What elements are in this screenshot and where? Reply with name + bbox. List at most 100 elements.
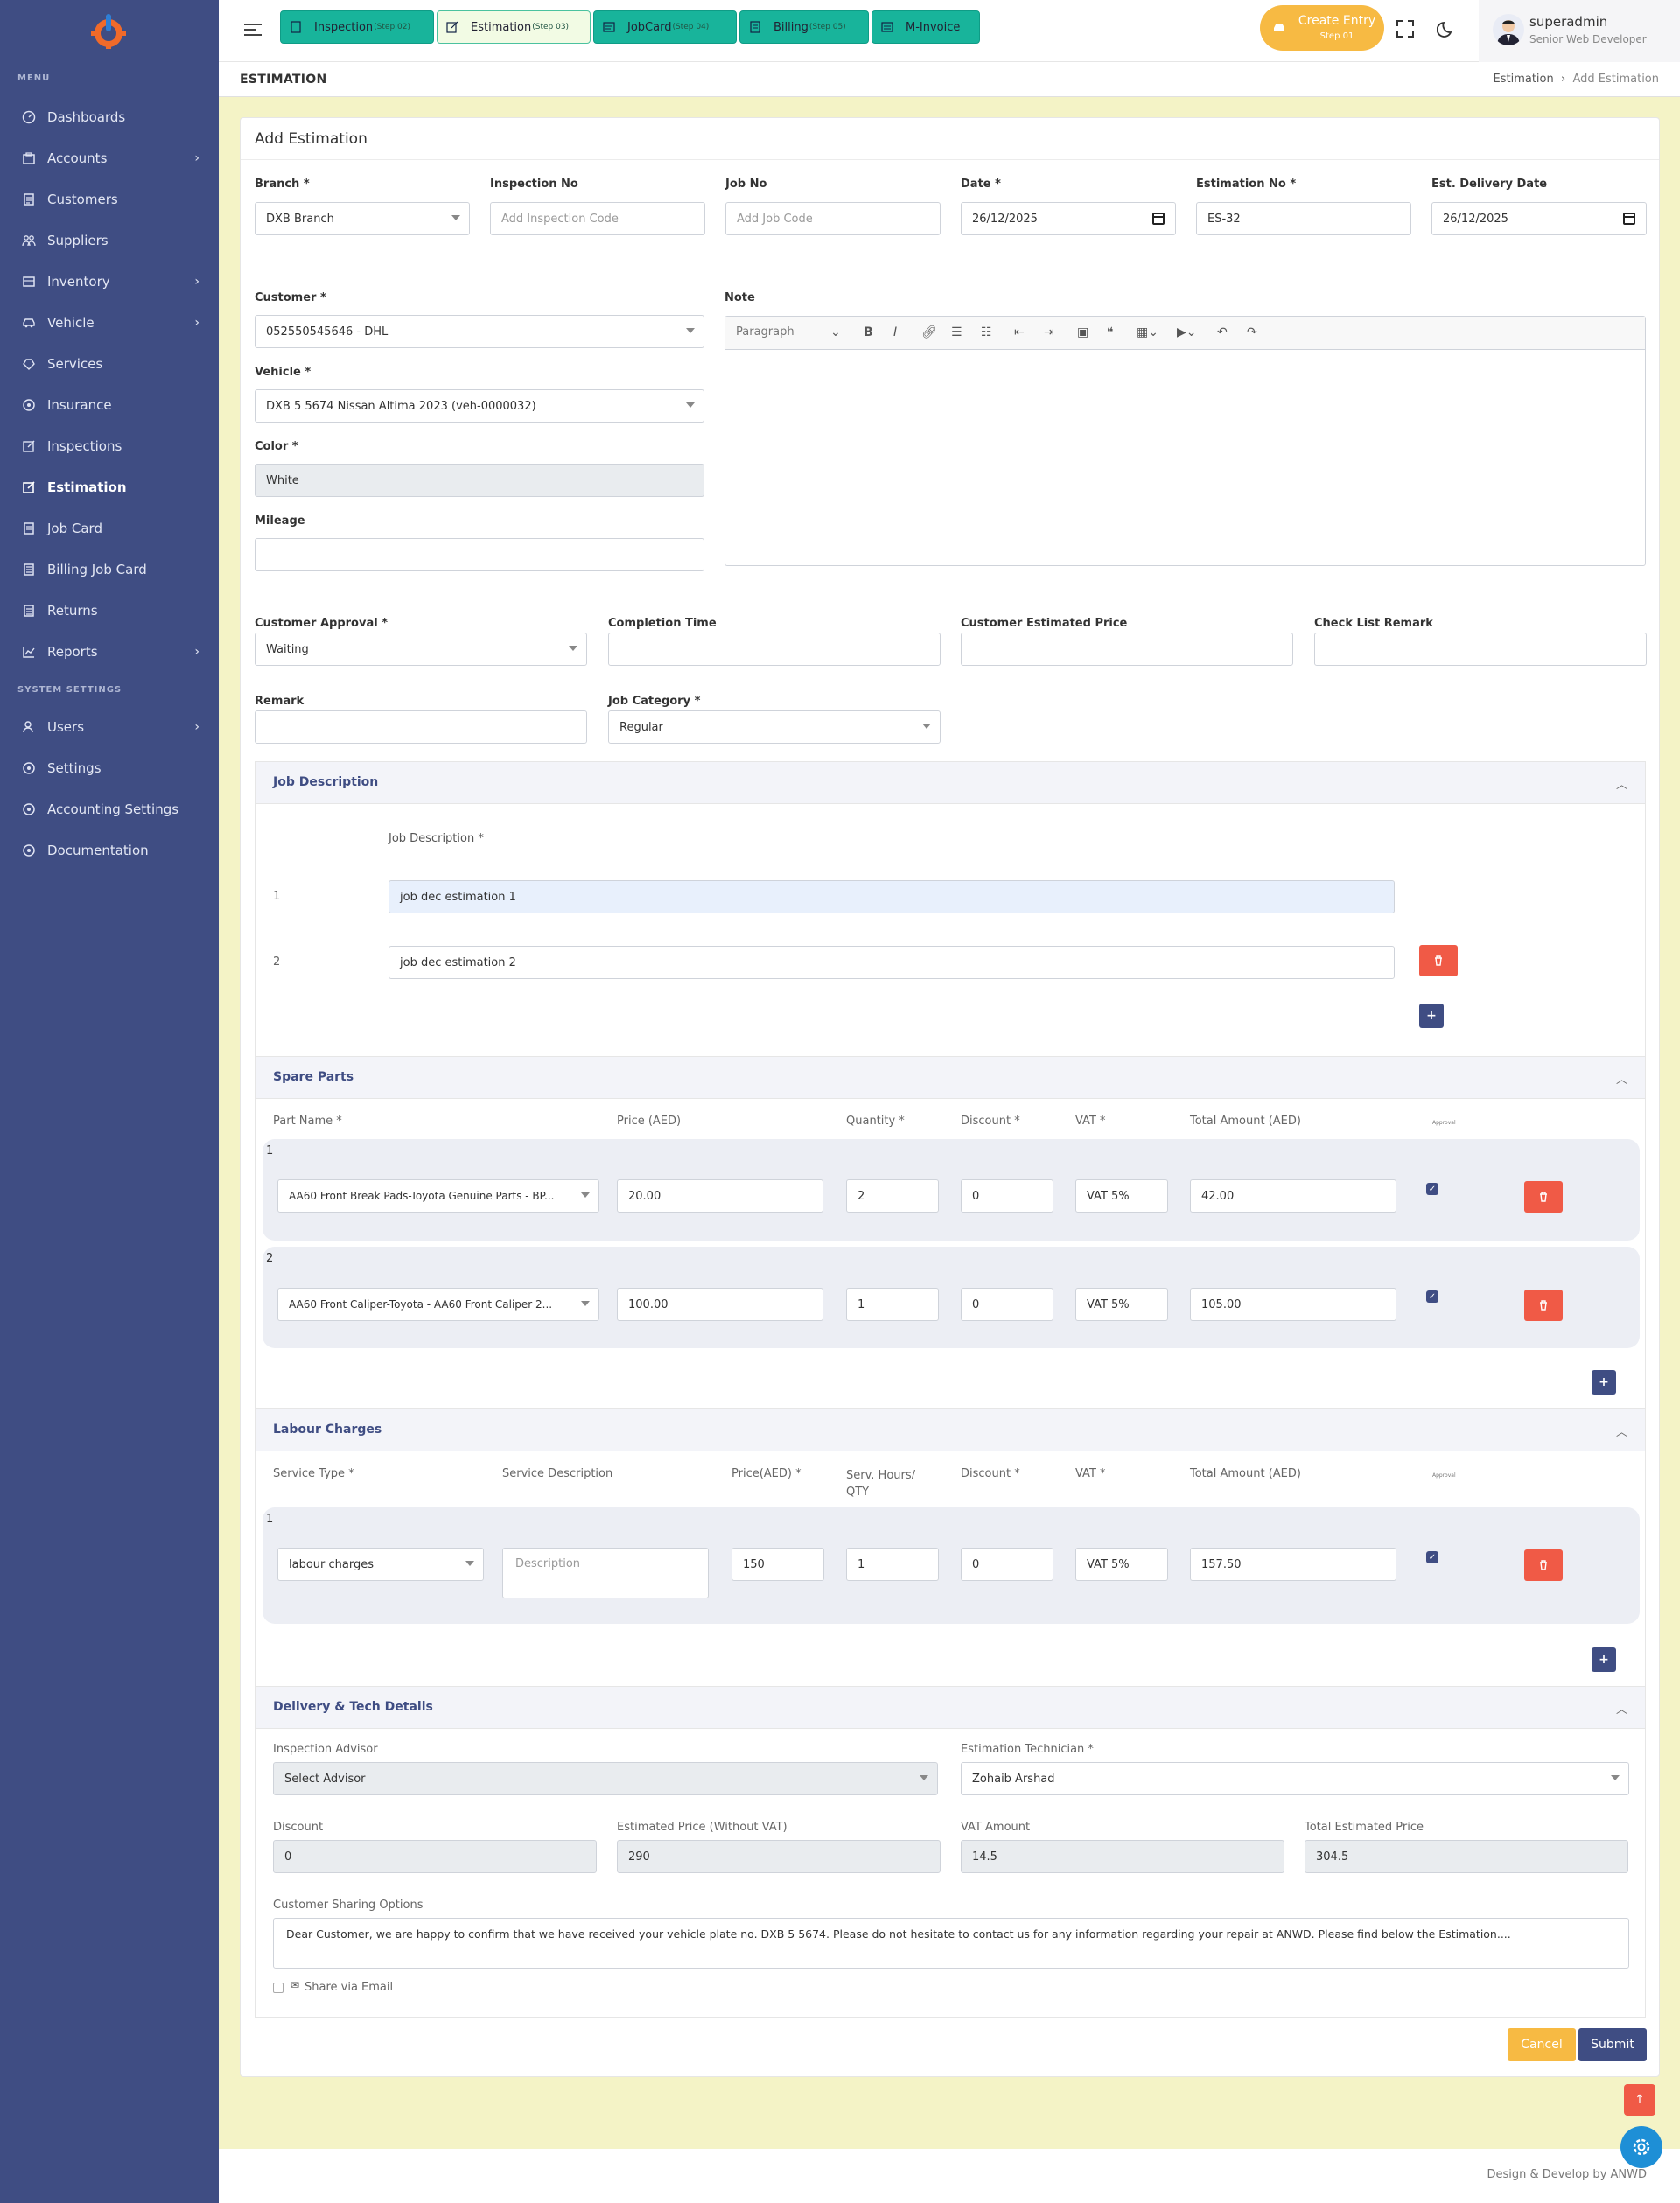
price-input[interactable]: 100.00 bbox=[617, 1288, 823, 1321]
blockquote-icon[interactable]: ❝ bbox=[1107, 325, 1114, 339]
bold-icon[interactable]: B bbox=[864, 325, 873, 339]
remark-input[interactable] bbox=[255, 710, 587, 744]
table-icon[interactable]: ▦⌄ bbox=[1137, 325, 1158, 339]
mileage-input[interactable] bbox=[255, 538, 704, 571]
link-icon[interactable]: 🔗︎ bbox=[921, 325, 937, 339]
calendar-icon[interactable] bbox=[1623, 213, 1635, 225]
spare-parts-header[interactable]: Spare Parts ︿ bbox=[256, 1057, 1645, 1099]
labour-charges-header[interactable]: Labour Charges ︿ bbox=[256, 1409, 1645, 1451]
sidebar-item-accounts[interactable]: Accounts › bbox=[0, 141, 219, 176]
job-description-input-2[interactable]: job dec estimation 2 bbox=[388, 946, 1395, 979]
vat-select[interactable]: VAT 5% bbox=[1075, 1179, 1168, 1213]
customer-sharing-textarea[interactable]: Dear Customer, we are happy to confirm t… bbox=[273, 1918, 1629, 1969]
sidebar-item-accounting-settings[interactable]: Accounting Settings bbox=[0, 792, 219, 827]
add-labour-button[interactable]: + bbox=[1592, 1647, 1616, 1672]
vat-select[interactable]: VAT 5% bbox=[1075, 1288, 1168, 1321]
step-estimation-button[interactable]: Estimation (Step 03) bbox=[437, 10, 591, 44]
sidebar-item-reports[interactable]: Reports › bbox=[0, 634, 219, 669]
numbered-list-icon[interactable]: ☷ bbox=[981, 325, 992, 339]
chevron-up-icon[interactable]: ︿ bbox=[1616, 1700, 1628, 1717]
sidebar-item-users[interactable]: Users › bbox=[0, 710, 219, 745]
part-name-select[interactable]: AA60 Front Break Pads-Toyota Genuine Par… bbox=[277, 1179, 599, 1213]
customer-approval-select[interactable]: Waiting bbox=[255, 633, 587, 666]
checklist-remark-input[interactable] bbox=[1314, 633, 1647, 666]
app-logo[interactable] bbox=[88, 10, 130, 52]
part-name-select[interactable]: AA60 Front Caliper-Toyota - AA60 Front C… bbox=[277, 1288, 599, 1321]
customer-select[interactable]: 052550545646 - DHL bbox=[255, 315, 704, 348]
vehicle-select[interactable]: DXB 5 5674 Nissan Altima 2023 (veh-00000… bbox=[255, 389, 704, 423]
sidebar-item-customers[interactable]: Customers bbox=[0, 182, 219, 217]
step-m-invoice-button[interactable]: M-Invoice bbox=[872, 10, 980, 44]
sidebar-item-services[interactable]: Services bbox=[0, 346, 219, 381]
delivery-date-input[interactable]: 26/12/2025 bbox=[1432, 202, 1647, 235]
submit-button[interactable]: Submit bbox=[1578, 2028, 1647, 2061]
sidebar-item-estimation[interactable]: Estimation bbox=[0, 470, 219, 505]
add-spare-part-button[interactable]: + bbox=[1592, 1370, 1616, 1395]
sidebar-item-suppliers[interactable]: Suppliers bbox=[0, 223, 219, 258]
chevron-up-icon[interactable]: ︿ bbox=[1616, 1423, 1628, 1439]
discount-input[interactable]: 0 bbox=[961, 1548, 1054, 1581]
undo-icon[interactable]: ↶ bbox=[1217, 325, 1228, 339]
inspection-advisor-select[interactable]: Select Advisor bbox=[273, 1762, 938, 1795]
paragraph-style-select[interactable]: Paragraph bbox=[736, 325, 794, 339]
image-icon[interactable]: ▣ bbox=[1077, 325, 1088, 339]
create-entry-button[interactable]: Create Entry Step 01 bbox=[1260, 5, 1384, 51]
hours-qty-input[interactable]: 1 bbox=[846, 1548, 939, 1581]
user-profile-menu[interactable]: superadmin Senior Web Developer bbox=[1479, 0, 1680, 62]
price-input[interactable]: 20.00 bbox=[617, 1179, 823, 1213]
sidebar-item-job-card[interactable]: Job Card bbox=[0, 511, 219, 546]
service-description-textarea[interactable]: Description bbox=[502, 1548, 709, 1598]
vat-select[interactable]: VAT 5% bbox=[1075, 1548, 1168, 1581]
chevron-up-icon[interactable]: ︿ bbox=[1616, 1070, 1628, 1087]
customer-estimated-price-input[interactable] bbox=[961, 633, 1293, 666]
indent-icon[interactable]: ⇥ bbox=[1044, 325, 1054, 339]
step-jobcard-button[interactable]: JobCard (Step 04) bbox=[593, 10, 737, 44]
approval-checkbox[interactable]: ✓ bbox=[1426, 1290, 1438, 1303]
job-no-input[interactable]: Add Job Code bbox=[725, 202, 941, 235]
price-input[interactable]: 150 bbox=[732, 1548, 824, 1581]
italic-icon[interactable]: I bbox=[893, 325, 897, 339]
branch-select[interactable]: DXB Branch bbox=[255, 202, 470, 235]
delete-row-button[interactable] bbox=[1524, 1549, 1563, 1581]
approval-checkbox[interactable]: ✓ bbox=[1426, 1551, 1438, 1563]
media-embed-icon[interactable]: ▶⌄ bbox=[1177, 325, 1197, 339]
delete-row-button[interactable] bbox=[1524, 1290, 1563, 1321]
sidebar-item-dashboards[interactable]: Dashboards bbox=[0, 100, 219, 135]
quantity-input[interactable]: 2 bbox=[846, 1179, 939, 1213]
hamburger-menu-icon[interactable] bbox=[243, 22, 262, 38]
chevron-up-icon[interactable]: ︿ bbox=[1616, 775, 1628, 792]
discount-input[interactable]: 0 bbox=[961, 1288, 1054, 1321]
share-email-checkbox[interactable] bbox=[273, 1983, 284, 1993]
add-job-description-button[interactable]: + bbox=[1419, 1004, 1444, 1028]
inspection-no-input[interactable]: Add Inspection Code bbox=[490, 202, 705, 235]
calendar-icon[interactable] bbox=[1152, 213, 1165, 225]
breadcrumb-link-estimation[interactable]: Estimation bbox=[1494, 73, 1554, 86]
sidebar-item-documentation[interactable]: Documentation bbox=[0, 833, 219, 868]
outdent-icon[interactable]: ⇤ bbox=[1014, 325, 1025, 339]
job-description-header[interactable]: Job Description ︿ bbox=[256, 762, 1645, 804]
service-type-select[interactable]: labour charges bbox=[277, 1548, 484, 1581]
scroll-to-top-button[interactable]: ↑ bbox=[1624, 2084, 1656, 2116]
quantity-input[interactable]: 1 bbox=[846, 1288, 939, 1321]
step-billing-button[interactable]: Billing (Step 05) bbox=[739, 10, 869, 44]
discount-input[interactable]: 0 bbox=[961, 1179, 1054, 1213]
settings-fab-button[interactable] bbox=[1620, 2126, 1662, 2168]
job-category-select[interactable]: Regular bbox=[608, 710, 941, 744]
cancel-button[interactable]: Cancel bbox=[1508, 2028, 1576, 2061]
sidebar-item-returns[interactable]: Returns bbox=[0, 593, 219, 628]
sidebar-item-insurance[interactable]: Insurance bbox=[0, 388, 219, 423]
completion-time-input[interactable] bbox=[608, 633, 941, 666]
step-inspection-button[interactable]: Inspection (Step 02) bbox=[280, 10, 434, 44]
sidebar-item-inspections[interactable]: Inspections bbox=[0, 429, 219, 464]
delete-row-button[interactable] bbox=[1524, 1181, 1563, 1213]
bulleted-list-icon[interactable]: ☰ bbox=[951, 325, 962, 339]
approval-checkbox[interactable]: ✓ bbox=[1426, 1183, 1438, 1195]
sidebar-item-settings[interactable]: Settings bbox=[0, 751, 219, 786]
chevron-down-icon[interactable]: ⌄ bbox=[830, 325, 841, 339]
sidebar-item-inventory[interactable]: Inventory › bbox=[0, 264, 219, 299]
delete-row-button[interactable] bbox=[1419, 945, 1458, 976]
note-editor[interactable]: Paragraph ⌄ B I 🔗︎ ☰ ☷ ⇤ ⇥ ▣ ❝ ▦⌄ ▶⌄ ↶ ↷ bbox=[724, 316, 1646, 566]
delivery-tech-header[interactable]: Delivery & Tech Details ︿ bbox=[256, 1687, 1645, 1729]
sidebar-item-vehicle[interactable]: Vehicle › bbox=[0, 305, 219, 340]
fullscreen-icon[interactable] bbox=[1396, 19, 1415, 38]
